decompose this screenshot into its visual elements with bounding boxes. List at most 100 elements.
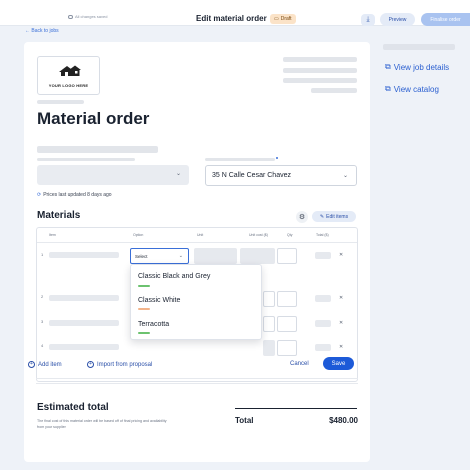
unit-cost-field[interactable] <box>263 291 275 307</box>
estimated-total-heading: Estimated total <box>37 402 109 413</box>
total-placeholder <box>315 295 331 302</box>
chevron-down-icon: ⌄ <box>175 171 181 177</box>
external-link-icon: ⧉ <box>385 62 391 71</box>
unit-cost-field[interactable] <box>263 316 275 332</box>
qty-field[interactable] <box>277 340 297 356</box>
chevron-down-icon: ⌄ <box>342 173 348 179</box>
estimated-total-note: The final cost of this material order wi… <box>37 419 167 429</box>
plus-icon: + <box>87 361 94 368</box>
add-item-button[interactable]: + Add item <box>28 361 62 368</box>
required-indicator <box>276 157 278 159</box>
color-swatch <box>138 285 150 287</box>
edit-items-label: Edit items <box>326 213 349 220</box>
import-label: Import from proposal <box>97 361 153 368</box>
logo-text: YOUR LOGO HERE <box>48 83 89 88</box>
materials-heading: Materials <box>37 210 81 221</box>
column-header: Unit <box>197 233 204 237</box>
refresh-icon[interactable]: ⟳ <box>37 192 41 198</box>
remove-row-icon[interactable]: ✕ <box>339 344 343 350</box>
column-header: Qty <box>287 233 293 237</box>
color-swatch <box>138 332 150 334</box>
prices-updated-text: Prices last updated 8 days ago <box>43 192 112 198</box>
finalise-order-button[interactable]: Finalise order <box>421 13 470 26</box>
preview-button[interactable]: Preview <box>380 13 415 26</box>
address-value: 35 N Calle Cesar Chavez <box>212 172 291 179</box>
placeholder-line <box>311 88 357 93</box>
import-from-proposal-button[interactable]: + Import from proposal <box>87 361 152 368</box>
column-header: Item <box>49 233 56 237</box>
view-catalog-label: View catalog <box>393 84 439 94</box>
save-button[interactable]: Save <box>323 357 354 370</box>
remove-row-icon[interactable]: ✕ <box>339 295 343 301</box>
row-number: 2 <box>41 294 44 299</box>
cloud-icon <box>68 14 73 19</box>
settings-button[interactable]: ⚙ <box>296 211 308 223</box>
view-job-details-link[interactable]: ⧉ View job details <box>385 62 449 72</box>
item-placeholder <box>49 252 119 258</box>
view-catalog-link[interactable]: ⧉ View catalog <box>385 84 439 94</box>
house-icon <box>59 65 81 76</box>
page-heading: Material order <box>37 109 150 128</box>
column-header: Option <box>133 233 144 237</box>
placeholder-line <box>205 158 275 161</box>
remove-row-icon[interactable]: ✕ <box>339 252 343 258</box>
edit-items-button[interactable]: ✎ Edit items <box>312 211 356 222</box>
logo-placeholder[interactable]: YOUR LOGO HERE <box>37 56 100 95</box>
placeholder-line <box>283 57 357 62</box>
placeholder-line <box>383 44 455 50</box>
total-placeholder <box>315 320 331 327</box>
placeholder-line <box>37 100 84 104</box>
add-item-label: Add item <box>38 361 62 368</box>
cancel-button[interactable]: Cancel <box>290 361 309 367</box>
unit-field[interactable] <box>194 248 237 264</box>
back-to-jobs-link[interactable]: ← Back to jobs <box>25 28 59 34</box>
row-number: 4 <box>41 343 44 348</box>
download-icon: ⤓ <box>366 16 370 23</box>
dropdown-option[interactable]: Terracotta <box>138 321 169 328</box>
column-header: Unit cost ($) <box>249 233 268 237</box>
supplier-select[interactable]: ⌄ <box>37 165 189 185</box>
draft-label: Draft <box>280 16 292 22</box>
chevron-down-icon: ⌄ <box>178 253 183 259</box>
header-divider <box>37 242 357 243</box>
item-placeholder <box>49 320 119 326</box>
external-link-icon: ⧉ <box>385 84 391 93</box>
option-select-value: Select <box>135 254 148 259</box>
item-placeholder <box>49 344 119 350</box>
row-number: 3 <box>41 319 44 324</box>
unit-cost-field[interactable] <box>240 248 275 264</box>
plus-icon: + <box>28 361 35 368</box>
section-divider <box>36 383 358 384</box>
dropdown-option[interactable]: Classic White <box>138 297 180 304</box>
pencil-icon: ✎ <box>319 213 325 220</box>
view-job-details-label: View job details <box>393 62 450 72</box>
row-number: 1 <box>41 252 44 257</box>
section-divider <box>36 378 358 379</box>
unit-cost-field[interactable] <box>263 340 275 356</box>
address-select[interactable]: 35 N Calle Cesar Chavez ⌄ <box>205 165 357 186</box>
column-header: Total ($) <box>316 233 329 237</box>
option-select[interactable]: Select ⌄ <box>130 248 189 264</box>
top-bar: All changes saved Edit material order ▭ … <box>0 0 470 26</box>
option-dropdown-menu: Classic Black and Grey Classic White Ter… <box>130 264 262 340</box>
placeholder-line <box>283 68 357 73</box>
remove-row-icon[interactable]: ✕ <box>339 320 343 326</box>
qty-field[interactable] <box>277 291 297 307</box>
placeholder-line <box>283 78 357 83</box>
placeholder-line <box>37 158 135 161</box>
status-badge: ▭ Draft <box>270 14 296 24</box>
color-swatch <box>138 308 150 310</box>
total-value: $480.00 <box>329 416 358 425</box>
qty-field[interactable] <box>277 316 297 332</box>
save-status: All changes saved <box>68 14 107 19</box>
download-button[interactable]: ⤓ <box>361 14 375 26</box>
order-card: YOUR LOGO HERE Material order ⌄ 35 N Cal… <box>24 42 370 462</box>
item-placeholder <box>49 295 119 301</box>
page-title: Edit material order <box>196 14 267 23</box>
dropdown-option[interactable]: Classic Black and Grey <box>138 273 210 280</box>
qty-field[interactable] <box>277 248 297 264</box>
save-status-text: All changes saved <box>75 14 108 19</box>
total-placeholder <box>315 344 331 351</box>
total-divider <box>235 408 357 409</box>
gear-icon: ⚙ <box>298 214 306 221</box>
